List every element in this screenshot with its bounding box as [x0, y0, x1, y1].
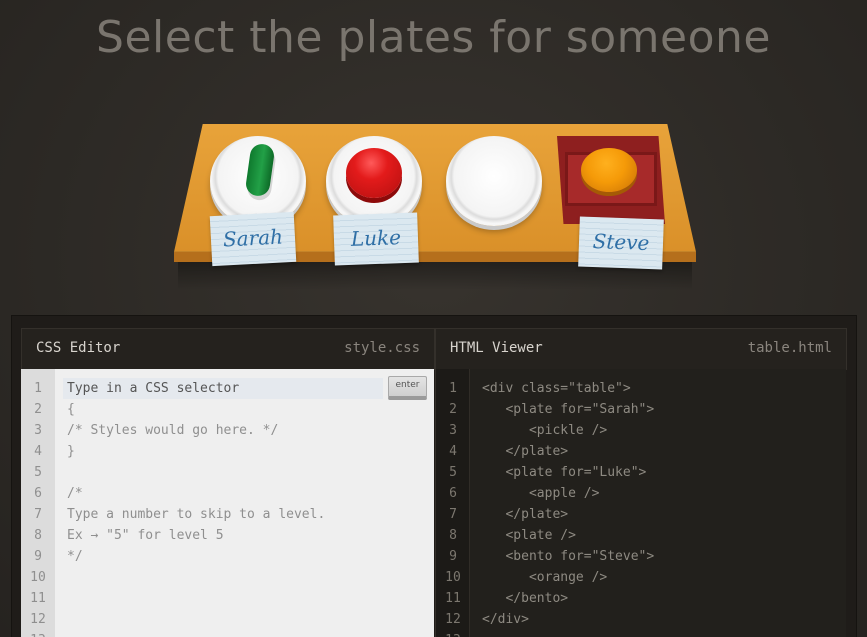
- code-line: <apple />: [482, 486, 600, 501]
- line-number: 8: [34, 528, 42, 543]
- code-line: }: [67, 444, 75, 459]
- line-number: 4: [34, 444, 42, 459]
- line-number: 1: [449, 381, 457, 396]
- css-editor-header: CSS Editor style.css: [21, 328, 435, 370]
- line-number: 6: [449, 486, 457, 501]
- code-line: */: [67, 549, 83, 564]
- name-card-luke: Luke: [333, 212, 419, 266]
- code-line: Type a number to skip to a level.: [67, 507, 326, 522]
- code-line: <pickle />: [482, 423, 608, 438]
- line-number: 12: [445, 612, 461, 627]
- name-card-sarah: Sarah: [209, 211, 297, 267]
- line-number: 13: [438, 630, 468, 637]
- css-editor-label: CSS Editor: [36, 340, 121, 356]
- line-number: 11: [445, 591, 461, 606]
- code-line: <div class="table">: [482, 381, 631, 396]
- code-line: <orange />: [482, 570, 608, 585]
- css-file-name: style.css: [344, 340, 420, 356]
- html-viewer-header: HTML Viewer table.html: [435, 328, 847, 370]
- line-number: 5: [449, 465, 457, 480]
- line-number: 11: [30, 591, 46, 606]
- code-line: <plate for="Sarah">: [482, 402, 655, 417]
- code-line: <bento for="Steve">: [482, 549, 655, 564]
- orange-icon[interactable]: [581, 148, 637, 192]
- line-number: 9: [34, 549, 42, 564]
- code-line: /*: [67, 486, 83, 501]
- table-scene: Sarah Luke Steve: [0, 0, 867, 320]
- line-number: 5: [34, 465, 42, 480]
- line-number: 1: [34, 381, 42, 396]
- name-card-steve: Steve: [578, 216, 664, 270]
- line-number: 8: [449, 528, 457, 543]
- code-line: </bento>: [482, 591, 569, 606]
- html-viewer-label: HTML Viewer: [450, 340, 543, 356]
- code-line: <plate for="Luke">: [482, 465, 647, 480]
- code-line: </div>: [482, 612, 529, 627]
- line-number: 3: [34, 423, 42, 438]
- code-line: /* Styles would go here. */: [67, 423, 279, 438]
- line-number: 6: [34, 486, 42, 501]
- pickle-icon[interactable]: [244, 142, 276, 198]
- css-editor-body[interactable]: enter 12{3/* Styles would go here. */4}5…: [21, 369, 434, 637]
- enter-button[interactable]: enter: [388, 376, 427, 400]
- css-selector-input[interactable]: [63, 378, 383, 399]
- code-line: </plate>: [482, 444, 569, 459]
- line-number: 7: [34, 507, 42, 522]
- apple-icon[interactable]: [346, 148, 402, 198]
- line-number: 2: [34, 402, 42, 417]
- line-number: 2: [449, 402, 457, 417]
- line-number: 7: [449, 507, 457, 522]
- line-number: 4: [449, 444, 457, 459]
- line-number: 10: [30, 570, 46, 585]
- html-viewer-body: 1 <div class="table"> 2 <plate for="Sarah"…: [435, 369, 846, 637]
- line-number: 10: [445, 570, 461, 585]
- code-line: </plate>: [482, 507, 569, 522]
- line-number: 13: [23, 630, 53, 637]
- line-number: 12: [30, 612, 46, 627]
- line-number: 9: [449, 549, 457, 564]
- plate-empty[interactable]: [446, 136, 542, 226]
- code-line: {: [67, 402, 75, 417]
- code-line: Ex → "5" for level 5: [67, 528, 224, 543]
- html-file-name: table.html: [747, 340, 832, 356]
- line-number: 3: [449, 423, 457, 438]
- code-line: <plate />: [482, 528, 576, 543]
